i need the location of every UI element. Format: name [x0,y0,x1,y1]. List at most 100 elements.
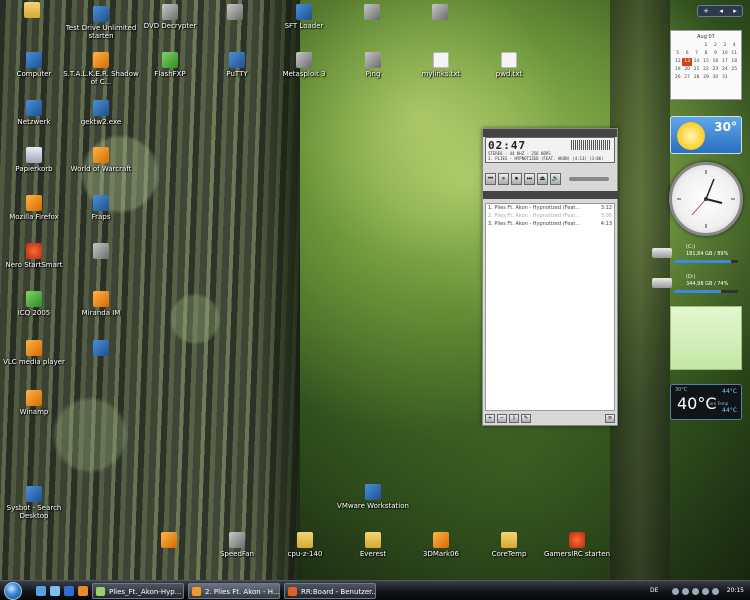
app-icon [93,243,109,259]
drive-gadget-c[interactable]: (C:) 181,84 GB / 89% [652,244,742,266]
desktop-icon-vmware[interactable]: VMware Workstation [333,484,413,510]
calendar-day[interactable]: 23 [711,66,720,74]
desktop-icon-gektw2[interactable]: gektw2.exe [61,100,141,126]
select-button[interactable]: ▯ [509,414,519,423]
playlist-item[interactable]: 1. Plies Ft. Akon - Hypnotized (Feat... 3… [486,204,614,212]
taskbar-button[interactable]: 2. Plies Ft. Akon - H... [188,583,280,599]
desktop-icon[interactable]: Test Drive Unlimited starten [61,6,141,40]
player-titlebar[interactable] [483,129,617,137]
calendar-day[interactable]: 18 [730,58,739,66]
volume-icon[interactable]: 🔊 [550,173,561,185]
calendar-day[interactable]: 26 [673,74,682,82]
drive-gadget-d[interactable]: (D:) 344,98 GB / 74% [652,274,742,296]
quicklaunch-ie-icon[interactable] [64,586,74,596]
calendar-day[interactable]: 17 [720,58,729,66]
desktop-icon-wow[interactable]: World of Warcraft [61,147,141,173]
misc-button[interactable]: ✎ [521,414,531,423]
playlist-item[interactable]: 2. Plies Ft. Akon - Hypnotized (Feat... 3… [486,212,614,220]
desktop-icon[interactable] [61,243,141,261]
desktop-icon-winamp[interactable]: Winamp [0,390,74,416]
stop-button[interactable]: ⏹ [511,173,522,185]
desktop-icon[interactable] [61,340,141,358]
calendar-day[interactable] [682,42,691,50]
media-player-window[interactable]: 02:47 STEREO - 44 KHZ - 256 KBPS 3. PLIE… [482,128,619,426]
calendar-day[interactable] [730,74,739,82]
calendar-day[interactable]: 15 [701,58,710,66]
volume-icon[interactable] [692,588,699,595]
volume-slider[interactable] [569,177,609,181]
calendar-day[interactable]: 13 [682,58,692,66]
tray-icon[interactable] [712,588,719,595]
calendar-day[interactable]: 14 [692,58,701,66]
previous-button[interactable]: ⏮ [485,173,496,185]
calendar-day[interactable]: 5 [673,50,682,58]
playlist[interactable]: 1. Plies Ft. Akon - Hypnotized (Feat... 3… [485,203,615,411]
clock-gadget[interactable] [669,162,743,236]
calendar-day[interactable]: 24 [720,66,729,74]
playlist-titlebar[interactable] [483,191,619,199]
calendar-gadget[interactable]: Aug 07 1 2 3 4 5 6 7 8 9 10 11 12 13 14 15 16 17 18 19 20 21… [670,30,742,100]
hour-hand [705,198,723,204]
remove-button[interactable]: − [497,414,507,423]
weather-gadget[interactable]: 30° [670,116,742,154]
calendar-day[interactable]: 10 [720,50,729,58]
calendar-day[interactable]: 19 [673,66,682,74]
media-file-icon [96,587,105,596]
quicklaunch-app-icon[interactable] [78,586,88,596]
next-gadget-button[interactable]: ▸ [733,7,737,15]
playlist-item[interactable]: 3. Plies Ft. Akon - Hypnotized (Feat... 4… [486,220,614,228]
sidebar-controls: + ◂ ▸ [697,5,743,17]
calendar-day[interactable]: 31 [720,74,729,82]
calendar-day[interactable] [692,42,701,50]
calendar-day[interactable]: 16 [711,58,720,66]
pause-button[interactable]: ⏸ [498,173,509,185]
calendar-day[interactable]: 21 [692,66,701,74]
calendar-day[interactable]: 20 [682,66,691,74]
calendar-day[interactable]: 3 [720,42,729,50]
quicklaunch-desktop-icon[interactable] [36,586,46,596]
desktop-icon-stalker[interactable]: S.T.A.L.K.E.R. Shadow of C... [61,52,141,86]
desktop-icon-gamersirc[interactable]: GamersIRC starten [537,532,617,558]
calendar-day[interactable]: 4 [730,42,739,50]
calendar-day[interactable]: 28 [692,74,701,82]
calendar-day[interactable]: 22 [701,66,710,74]
taskbar-button[interactable]: RR:Board - Benutzer... [284,583,376,599]
desktop-icon-miranda[interactable]: Miranda IM [61,291,141,317]
desktop-icon[interactable] [400,4,480,22]
taskbar-button[interactable]: Plies_Ft._Akon-Hyp... [92,583,184,599]
list-options-button[interactable]: ≡ [605,414,615,423]
calendar-day[interactable]: 27 [682,74,691,82]
calendar-day[interactable]: 7 [692,50,701,58]
language-indicator[interactable]: DE [650,587,658,594]
desktop-icon-fraps[interactable]: Fraps [61,195,141,221]
desktop-icon-sysbot[interactable]: Sysbot - Search Desktop [0,486,74,520]
desktop-icon-metasploit[interactable]: Metasploit 3 [264,52,344,78]
calendar-day[interactable]: 29 [701,74,710,82]
calendar-day[interactable]: 9 [711,50,720,58]
calendar-day[interactable]: 25 [730,66,739,74]
add-gadget-button[interactable]: + [703,7,709,15]
desktop-icon-pwd[interactable]: pwd.txt [469,52,549,78]
prev-gadget-button[interactable]: ◂ [719,7,723,15]
calendar-day[interactable]: 11 [730,50,739,58]
calendar-day[interactable]: 6 [682,50,691,58]
start-button[interactable] [4,582,22,600]
calendar-day[interactable]: 2 [711,42,720,50]
calendar-day[interactable]: 1 [701,42,710,50]
tray-icon[interactable] [682,588,689,595]
tray-icon[interactable] [672,588,679,595]
add-button[interactable]: + [485,414,495,423]
notes-gadget[interactable] [670,306,742,370]
visualizer [571,140,611,150]
eject-button[interactable]: ⏏ [537,173,548,185]
calendar-day[interactable]: 30 [711,74,720,82]
calendar-day[interactable] [673,42,682,50]
calendar-day[interactable]: 12 [673,58,682,66]
calendar-day[interactable]: 8 [701,50,710,58]
desktop-icon[interactable] [195,4,275,22]
network-icon[interactable] [702,588,709,595]
next-button[interactable]: ⏭ [524,173,535,185]
quicklaunch-switch-icon[interactable] [50,586,60,596]
cpu-temp-gadget[interactable]: 30°C 40°C 44°C Core Temp 44°C [670,384,742,420]
taskbar-clock[interactable]: 20:15 [727,587,744,594]
